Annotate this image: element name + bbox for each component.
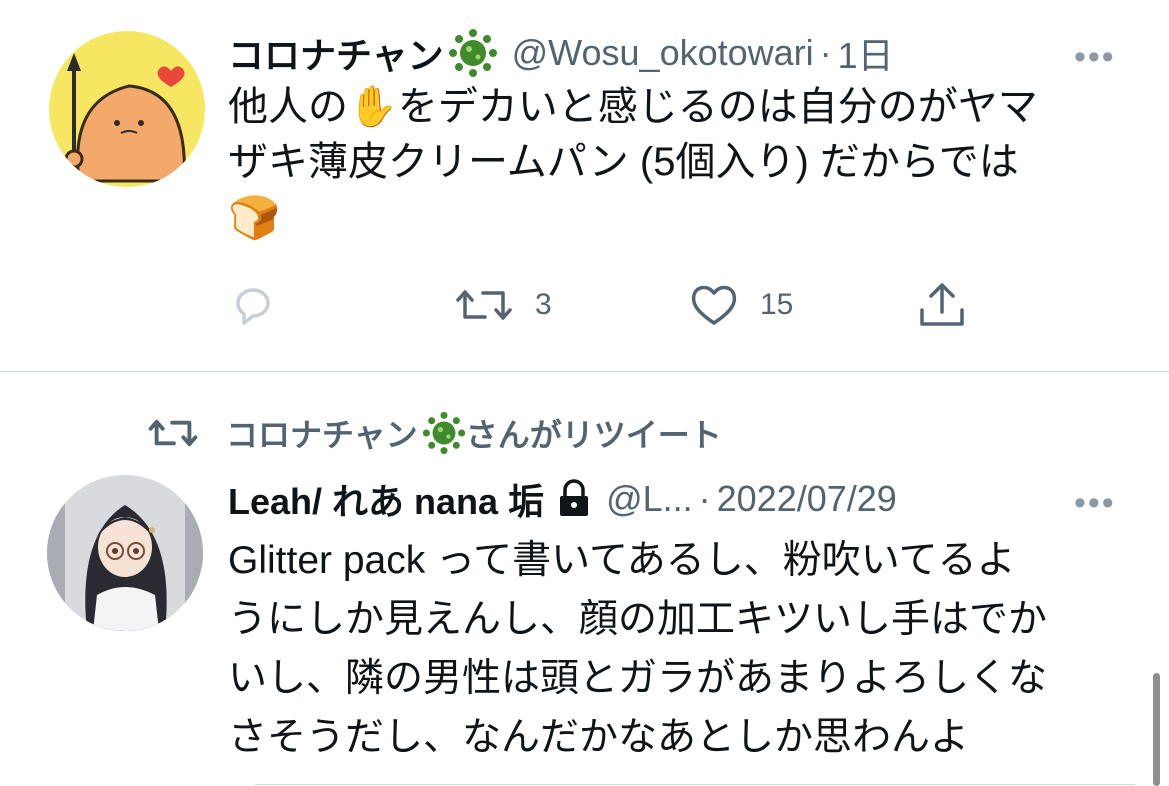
tweet-2[interactable]: Leah/ れあ nana 垢 @L... · 2022/07/29 ••• G…: [0, 460, 1169, 786]
tweet-2-line-2: うにしか見えんし、顔の加工キツいし手はでか: [228, 598, 1048, 641]
bottom-divider: [255, 784, 1135, 785]
scrollbar[interactable]: [1153, 673, 1160, 786]
share-button[interactable]: [918, 280, 966, 328]
tweet-2-line-1: Glitter pack って書いてあるし、粉吹いてるよ: [228, 539, 1016, 582]
retweet-banner-icon: [148, 419, 198, 447]
separator-dot: ·: [819, 32, 832, 73]
author-name[interactable]: コロナチャン: [228, 27, 444, 79]
virus-emoji-icon: [448, 29, 497, 77]
like-button[interactable]: 15: [690, 283, 793, 327]
retweet-label: さんがリツイート: [465, 417, 722, 453]
retweet-count: 3: [535, 288, 552, 321]
tweet-2-line-3: いし、隣の男性は頭とガラがあまりよろしくな: [228, 657, 1048, 700]
bread-emoji-icon: 🍞: [228, 194, 281, 241]
tweet-1[interactable]: コロナチャン @Wosu_okotowari · 1日 ••• 他人の✋をデカい…: [0, 0, 1169, 372]
tweet-1-line-1: 他人の✋をデカいと感じるのは自分のがヤマ: [228, 85, 1038, 129]
tweet-2-line-4: さそうだし、なんだかなあとしか思わんよ: [228, 716, 970, 759]
avatar-2-image: [47, 475, 203, 631]
separator-dot: ·: [698, 478, 711, 519]
more-icon[interactable]: •••: [1074, 484, 1116, 523]
tweet-2-text: Glitter pack って書いてあるし、粉吹いてるよ うにしか見えんし、顔の…: [228, 531, 1138, 767]
retweet-icon: [456, 290, 512, 320]
author-name[interactable]: Leah/ れあ nana 垢: [228, 473, 544, 525]
reply-icon: [236, 288, 270, 325]
virus-emoji-icon: [422, 411, 465, 455]
share-icon: [920, 283, 964, 326]
tweet-time[interactable]: 2022/07/29: [717, 478, 897, 520]
retweet-banner[interactable]: コロナチャン さんがリツイート: [148, 408, 722, 458]
avatar-1-image: [49, 31, 205, 187]
tweet-1-header: コロナチャン @Wosu_okotowari · 1日: [228, 26, 894, 80]
retweet-button[interactable]: 3: [455, 283, 552, 327]
tweet-1-line-2: ザキ薄皮クリームパン (5個入り) だからでは: [228, 140, 1019, 184]
retweeter-name[interactable]: コロナチャン: [226, 410, 418, 456]
tweet-divider: [0, 371, 1169, 372]
more-icon[interactable]: •••: [1074, 38, 1116, 77]
tweet-2-header: Leah/ れあ nana 垢 @L... · 2022/07/29: [228, 472, 897, 526]
hand-emoji-icon: ✋: [348, 85, 398, 129]
avatar-1[interactable]: [49, 31, 205, 187]
reply-button[interactable]: [230, 283, 276, 327]
tweet-time[interactable]: 1日: [838, 27, 894, 79]
like-count: 15: [760, 288, 794, 321]
tweet-1-text: 他人の✋をデカいと感じるのは自分のがヤマ ザキ薄皮クリームパン (5個入り) だ…: [228, 80, 1128, 245]
author-handle[interactable]: @Wosu_okotowari: [512, 32, 814, 74]
lock-icon: [560, 479, 589, 516]
like-icon: [691, 285, 737, 325]
avatar-2[interactable]: [47, 475, 203, 631]
author-handle[interactable]: @L...: [606, 478, 693, 520]
